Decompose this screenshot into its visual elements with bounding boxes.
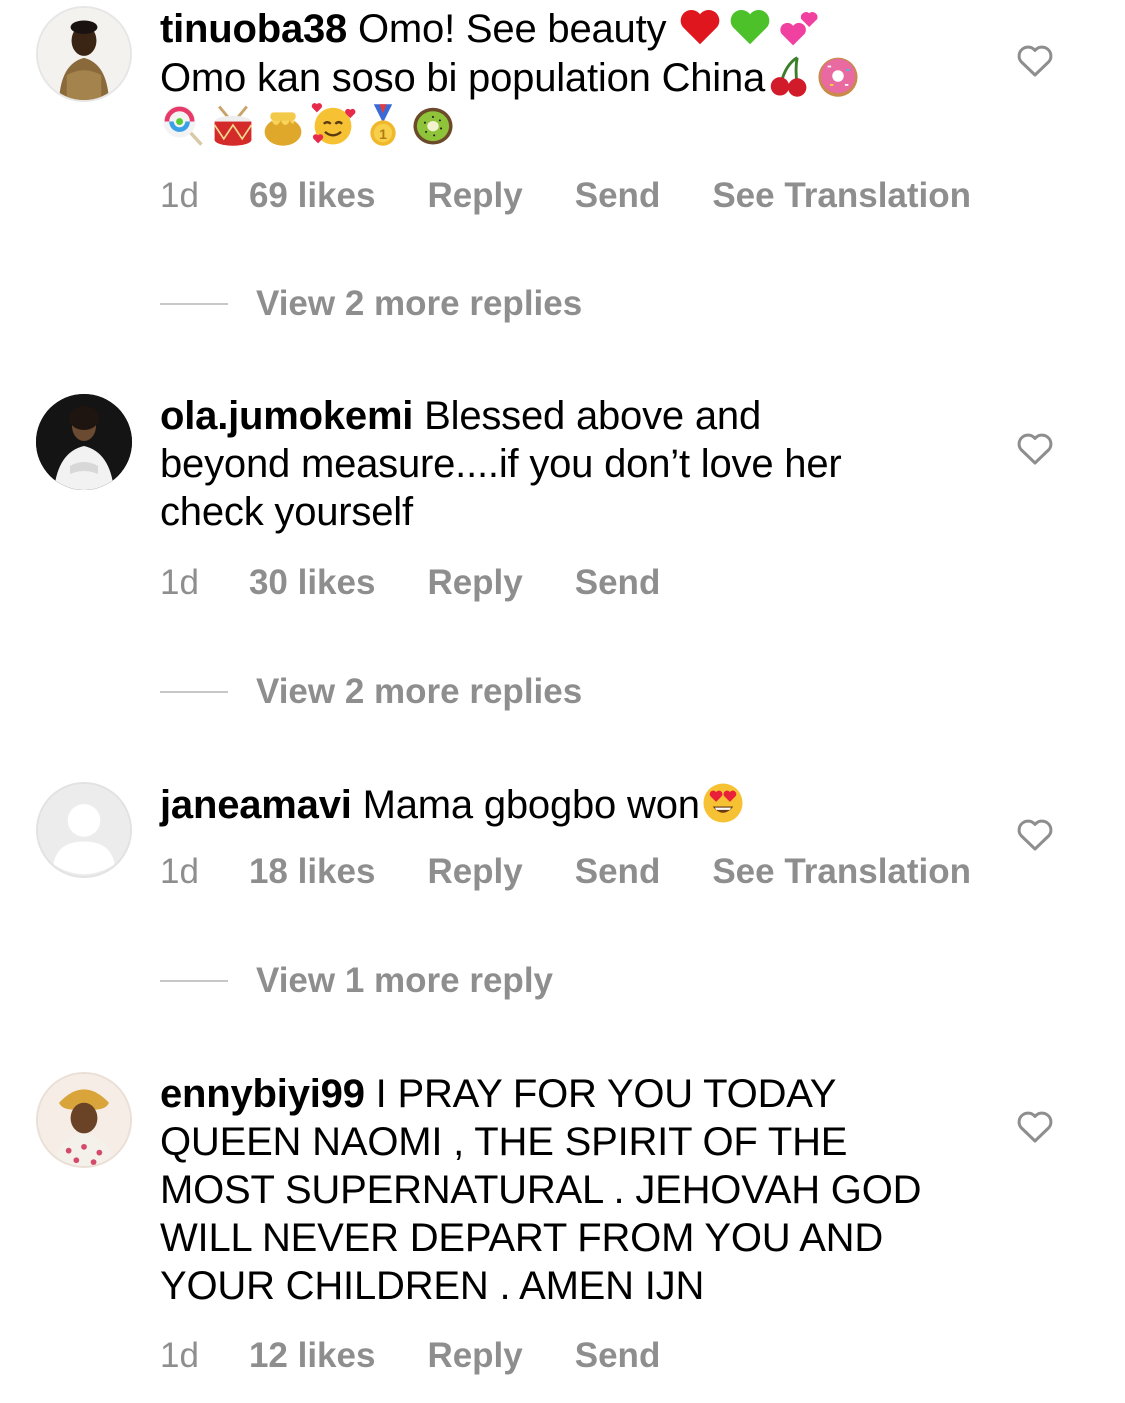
- see-translation-button[interactable]: See Translation: [712, 852, 971, 892]
- like-heart-icon[interactable]: [1016, 432, 1054, 466]
- comment-text: tinuoba38 Omo! See beauty Omo kan soso b…: [160, 4, 950, 151]
- comment-time: 1d: [160, 176, 199, 215]
- comment-body: Mama gbogbo won: [351, 783, 700, 827]
- divider: [160, 303, 228, 305]
- send-button[interactable]: Send: [575, 563, 661, 603]
- green-heart-icon: [727, 4, 773, 50]
- view-replies-label: View 1 more reply: [256, 961, 554, 1000]
- reply-button[interactable]: Reply: [427, 852, 522, 892]
- comment-time: 1d: [160, 563, 199, 602]
- emoji-group: [677, 7, 827, 51]
- likes-count[interactable]: 12 likes: [249, 1336, 376, 1376]
- avatar[interactable]: [36, 1072, 132, 1168]
- comment-body-line: YOUR CHILDREN . AMEN IJN: [160, 1264, 705, 1308]
- comment-body-line: check yourself: [160, 490, 413, 534]
- smiling-face-with-hearts-icon: [310, 102, 356, 148]
- likes-count[interactable]: 30 likes: [249, 563, 376, 603]
- view-replies-button[interactable]: View 1 more reply: [160, 961, 553, 1001]
- comment-username[interactable]: tinuoba38: [160, 7, 347, 51]
- send-button[interactable]: Send: [575, 1336, 661, 1376]
- comment-actions: 1d 69 likes Reply Send See Translation: [160, 176, 1023, 216]
- comment-body-line: Omo kan soso bi population China: [160, 56, 766, 100]
- comment-text: ennybiyi99 I PRAY FOR YOU TODAY QUEEN NA…: [160, 1070, 950, 1310]
- reply-button[interactable]: Reply: [427, 563, 522, 603]
- likes-count[interactable]: 69 likes: [249, 176, 376, 216]
- see-translation-button[interactable]: See Translation: [712, 176, 971, 216]
- view-replies-button[interactable]: View 2 more replies: [160, 284, 582, 324]
- reply-button[interactable]: Reply: [427, 1336, 522, 1376]
- avatar[interactable]: [36, 394, 132, 490]
- send-button[interactable]: Send: [575, 852, 661, 892]
- comment-username[interactable]: janeamavi: [160, 783, 352, 827]
- heart-eyes-icon: [700, 780, 746, 826]
- like-heart-icon[interactable]: [1016, 1110, 1054, 1144]
- drum-icon: [210, 102, 256, 148]
- first-place-medal-icon: 1: [360, 102, 406, 148]
- avatar[interactable]: [36, 6, 132, 102]
- divider: [160, 691, 228, 693]
- comment-body-line: WILL NEVER DEPART FROM YOU AND: [160, 1216, 884, 1260]
- comment-text: janeamavi Mama gbogbo won: [160, 780, 950, 829]
- comment-username[interactable]: ola.jumokemi: [160, 394, 413, 438]
- like-heart-icon[interactable]: [1016, 44, 1054, 78]
- comment-actions: 1d 12 likes Reply Send: [160, 1336, 712, 1376]
- two-hearts-icon: [777, 4, 823, 50]
- comment-time: 1d: [160, 1336, 199, 1375]
- comment-body: Blessed above and: [413, 394, 762, 438]
- view-replies-label: View 2 more replies: [256, 672, 583, 711]
- emoji-group: 1: [160, 102, 460, 149]
- like-heart-icon[interactable]: [1016, 818, 1054, 852]
- doughnut-icon: [815, 53, 861, 99]
- comment-text: ola.jumokemi Blessed above and beyond me…: [160, 392, 950, 536]
- reply-button[interactable]: Reply: [427, 176, 522, 216]
- comment-body: I PRAY FOR YOU TODAY: [364, 1072, 837, 1116]
- comment-username[interactable]: ennybiyi99: [160, 1072, 365, 1116]
- comment-body-line: beyond measure....if you don’t love her: [160, 442, 842, 486]
- send-button[interactable]: Send: [575, 176, 661, 216]
- emoji-group: [765, 56, 865, 100]
- red-heart-icon: [677, 4, 723, 50]
- lollipop-icon: [160, 102, 206, 148]
- comment-body-line: MOST SUPERNATURAL . JEHOVAH GOD: [160, 1168, 922, 1212]
- view-replies-label: View 2 more replies: [256, 284, 583, 323]
- comment-actions: 1d 30 likes Reply Send: [160, 563, 712, 603]
- likes-count[interactable]: 18 likes: [249, 852, 376, 892]
- svg-text:1: 1: [379, 127, 387, 142]
- avatar[interactable]: [36, 782, 132, 878]
- honey-pot-icon: [260, 102, 306, 148]
- cherries-icon: [765, 53, 811, 99]
- divider: [160, 980, 228, 982]
- kiwi-icon: [410, 102, 456, 148]
- comment-actions: 1d 18 likes Reply Send See Translation: [160, 852, 1023, 892]
- view-replies-button[interactable]: View 2 more replies: [160, 672, 582, 712]
- comment-time: 1d: [160, 852, 199, 891]
- comment-body: Omo! See beauty: [347, 7, 667, 51]
- comment-body-line: QUEEN NAOMI , THE SPIRIT OF THE: [160, 1120, 848, 1164]
